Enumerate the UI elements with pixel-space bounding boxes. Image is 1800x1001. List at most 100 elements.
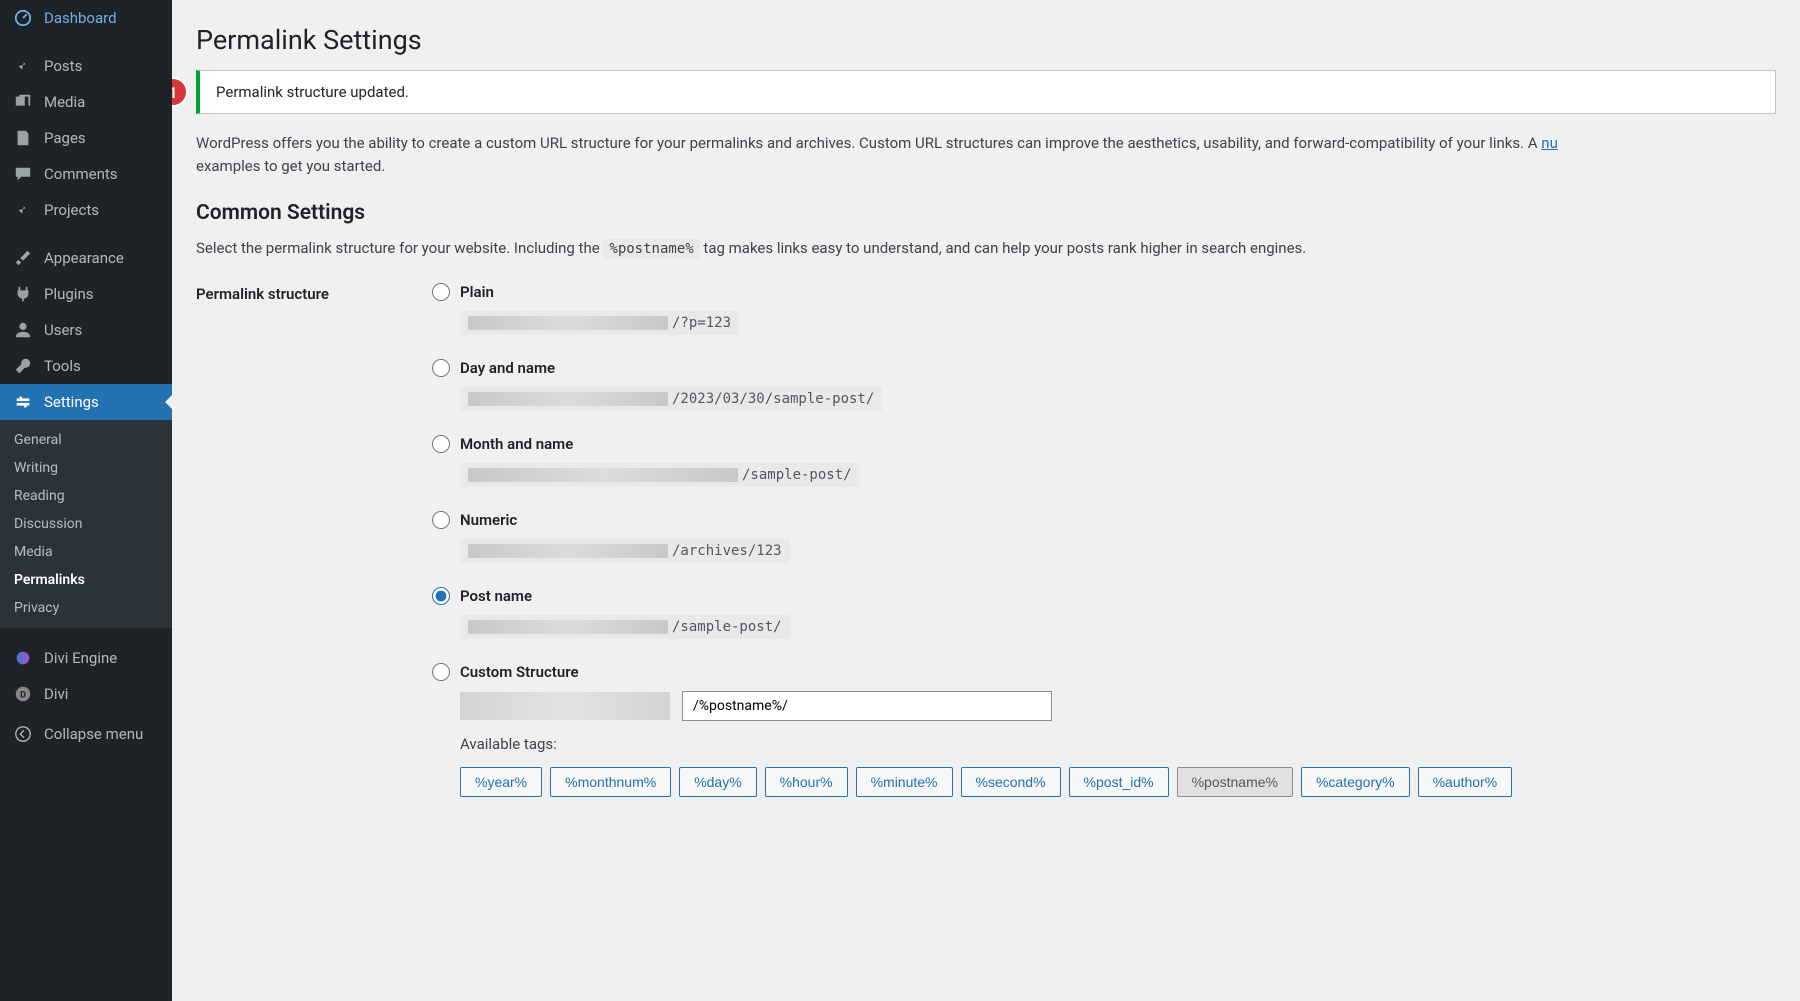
sidebar-item-label: Comments <box>44 165 118 183</box>
submenu-discussion[interactable]: Discussion <box>0 510 172 538</box>
option-plain: Plain /?p=123 <box>432 283 1776 335</box>
option-day-name-label[interactable]: Day and name <box>432 359 1776 377</box>
radio-month-name[interactable] <box>432 435 450 453</box>
tag-minute[interactable]: %minute% <box>856 767 953 797</box>
notice-text: Permalink structure updated. <box>216 83 409 101</box>
submenu-privacy[interactable]: Privacy <box>0 594 172 622</box>
common-settings-desc: Select the permalink structure for your … <box>196 239 1776 257</box>
brush-icon <box>12 249 34 267</box>
example-post-name: /sample-post/ <box>460 615 790 639</box>
sidebar-item-label: Dashboard <box>44 9 117 27</box>
plug-icon <box>12 285 34 303</box>
blurred-url <box>468 316 668 330</box>
tag-year[interactable]: %year% <box>460 767 542 797</box>
tag-second[interactable]: %second% <box>961 767 1061 797</box>
sidebar-item-label: Media <box>44 93 85 111</box>
postname-tag-inline: %postname% <box>603 239 699 259</box>
sidebar-item-divi[interactable]: D Divi <box>0 676 172 712</box>
radio-plain[interactable] <box>432 283 450 301</box>
blurred-base-url <box>460 692 670 720</box>
tag-post-id[interactable]: %post_id% <box>1069 767 1169 797</box>
radio-custom[interactable] <box>432 663 450 681</box>
blurred-url <box>468 468 738 482</box>
wrench-icon <box>12 357 34 375</box>
user-icon <box>12 321 34 339</box>
available-tags-row: %year% %monthnum% %day% %hour% %minute% … <box>460 767 1776 797</box>
radio-day-name[interactable] <box>432 359 450 377</box>
pin-icon <box>12 201 34 219</box>
sidebar-item-label: Projects <box>44 201 99 219</box>
blurred-url <box>468 392 668 406</box>
radio-numeric[interactable] <box>432 511 450 529</box>
common-settings-heading: Common Settings <box>196 201 1776 225</box>
sidebar-item-divi-engine[interactable]: Divi Engine <box>0 640 172 676</box>
sidebar-item-label: Posts <box>44 57 82 75</box>
dashboard-icon <box>12 9 34 27</box>
divi-icon: D <box>12 685 34 703</box>
submenu-writing[interactable]: Writing <box>0 454 172 482</box>
submenu-reading[interactable]: Reading <box>0 482 172 510</box>
blurred-url <box>468 620 668 634</box>
comment-icon <box>12 165 34 183</box>
option-numeric-label[interactable]: Numeric <box>432 511 1776 529</box>
settings-icon <box>12 393 34 411</box>
example-plain: /?p=123 <box>460 311 739 335</box>
success-notice: 1 Permalink structure updated. <box>196 70 1776 114</box>
custom-structure-input[interactable] <box>682 691 1052 721</box>
sidebar-item-pages[interactable]: Pages <box>0 120 172 156</box>
option-plain-label[interactable]: Plain <box>432 283 1776 301</box>
sidebar-item-users[interactable]: Users <box>0 312 172 348</box>
tag-author[interactable]: %author% <box>1418 767 1513 797</box>
sidebar-item-label: Users <box>44 321 82 339</box>
example-numeric: /archives/123 <box>460 539 790 563</box>
option-month-name-label[interactable]: Month and name <box>432 435 1776 453</box>
sidebar-item-settings[interactable]: Settings <box>0 384 172 420</box>
tag-monthnum[interactable]: %monthnum% <box>550 767 671 797</box>
submenu-media[interactable]: Media <box>0 538 172 566</box>
settings-submenu: General Writing Reading Discussion Media… <box>0 420 172 628</box>
example-month-name: /sample-post/ <box>460 463 860 487</box>
tag-day[interactable]: %day% <box>679 767 756 797</box>
sidebar-item-comments[interactable]: Comments <box>0 156 172 192</box>
intro-text: WordPress offers you the ability to crea… <box>196 132 1776 179</box>
example-day-name: /2023/03/30/sample-post/ <box>460 387 882 411</box>
permalink-structure-row: Permalink structure Plain /?p=123 Day an… <box>196 283 1776 821</box>
tag-hour[interactable]: %hour% <box>765 767 848 797</box>
option-day-name: Day and name /2023/03/30/sample-post/ <box>432 359 1776 411</box>
sidebar-item-plugins[interactable]: Plugins <box>0 276 172 312</box>
main-content: Permalink Settings 1 Permalink structure… <box>172 0 1800 1001</box>
permalink-structure-label: Permalink structure <box>196 283 432 303</box>
sidebar-item-label: Divi Engine <box>44 649 117 667</box>
collapse-label: Collapse menu <box>44 725 143 743</box>
option-numeric: Numeric /archives/123 <box>432 511 1776 563</box>
option-custom-label[interactable]: Custom Structure <box>432 663 1776 681</box>
tag-category[interactable]: %category% <box>1301 767 1410 797</box>
sidebar-item-label: Plugins <box>44 285 93 303</box>
option-custom: Custom Structure Available tags: %year% … <box>432 663 1776 797</box>
submenu-permalinks[interactable]: Permalinks <box>0 566 172 594</box>
sidebar-item-tools[interactable]: Tools <box>0 348 172 384</box>
sidebar-item-posts[interactable]: Posts <box>0 48 172 84</box>
blurred-url <box>468 544 668 558</box>
page-icon <box>12 129 34 147</box>
collapse-icon <box>12 725 34 743</box>
sidebar-item-label: Divi <box>44 685 68 703</box>
option-post-name: Post name /sample-post/ <box>432 587 1776 639</box>
option-post-name-label[interactable]: Post name <box>432 587 1776 605</box>
sidebar-item-projects[interactable]: Projects <box>0 192 172 228</box>
sidebar-item-dashboard[interactable]: Dashboard <box>0 0 172 36</box>
sidebar-item-label: Appearance <box>44 249 124 267</box>
intro-link[interactable]: nu <box>1541 134 1558 152</box>
collapse-menu[interactable]: Collapse menu <box>0 716 172 752</box>
divi-engine-icon <box>12 649 34 667</box>
pin-icon <box>12 57 34 75</box>
annotation-badge: 1 <box>172 77 188 107</box>
submenu-general[interactable]: General <box>0 426 172 454</box>
available-tags-label: Available tags: <box>460 735 1776 753</box>
sidebar-item-appearance[interactable]: Appearance <box>0 240 172 276</box>
tag-postname[interactable]: %postname% <box>1177 767 1293 797</box>
sidebar-item-label: Pages <box>44 129 86 147</box>
page-title: Permalink Settings <box>196 24 1776 56</box>
sidebar-item-media[interactable]: Media <box>0 84 172 120</box>
radio-post-name[interactable] <box>432 587 450 605</box>
